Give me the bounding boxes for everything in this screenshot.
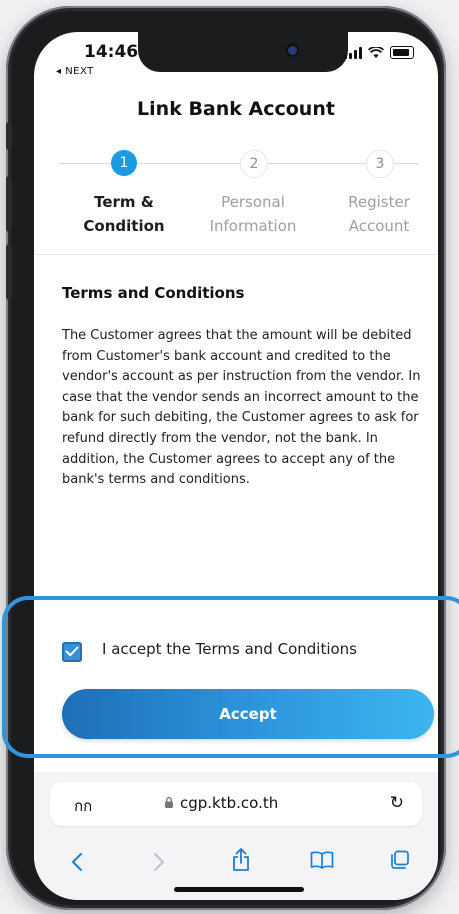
- reader-settings-button[interactable]: กก: [74, 794, 92, 818]
- browser-toolbar: กก cgp.ktb.co.th ↻: [34, 772, 438, 900]
- volume-up-button: [6, 176, 12, 232]
- url-text[interactable]: cgp.ktb.co.th: [180, 794, 278, 812]
- step-2-label-line1: Personal: [221, 193, 285, 211]
- section-title: Terms and Conditions: [62, 284, 245, 302]
- address-bar[interactable]: กก cgp.ktb.co.th ↻: [50, 782, 422, 826]
- reload-icon[interactable]: ↻: [390, 793, 404, 813]
- signal-icon: [344, 46, 362, 59]
- lock-icon: [165, 796, 173, 808]
- step-3-label-line1: Register: [348, 193, 410, 211]
- step-2-label-line2: Information: [209, 217, 297, 235]
- highlight-frame: [2, 596, 459, 758]
- step-3-label-line2: Account: [348, 217, 410, 235]
- divider: [34, 254, 438, 255]
- step-2-circle: 2: [240, 150, 268, 178]
- phone-frame: 14:46 ◂ NEXT Link Bank Account 1 2 3 Ter…: [6, 6, 446, 910]
- screen: 14:46 ◂ NEXT Link Bank Account 1 2 3 Ter…: [34, 32, 438, 900]
- share-icon[interactable]: [232, 848, 250, 872]
- status-icons: [344, 46, 414, 59]
- back-to-app-link[interactable]: ◂ NEXT: [56, 66, 94, 77]
- step-3-label: Register Account: [324, 190, 434, 238]
- tabs-icon[interactable]: [390, 850, 410, 870]
- bookmarks-icon[interactable]: [310, 851, 334, 869]
- forward-icon[interactable]: [152, 852, 166, 872]
- step-1-circle: 1: [111, 150, 137, 176]
- wifi-icon: [368, 46, 384, 58]
- step-1-label-line1: Term &: [94, 193, 154, 211]
- back-icon[interactable]: [70, 852, 84, 872]
- status-time: 14:46: [84, 42, 139, 62]
- mute-switch: [6, 122, 12, 150]
- home-indicator[interactable]: [174, 887, 304, 892]
- step-3-circle: 3: [366, 150, 394, 178]
- step-1-label-line2: Condition: [83, 217, 165, 235]
- step-2-label: Personal Information: [198, 190, 308, 238]
- page-title: Link Bank Account: [137, 98, 335, 120]
- notch: [138, 32, 348, 72]
- step-1-label: Term & Condition: [69, 190, 179, 238]
- terms-body: The Customer agrees that the amount will…: [62, 328, 421, 488]
- camera-icon: [288, 46, 297, 55]
- battery-icon: [390, 46, 414, 59]
- volume-down-button: [6, 244, 12, 300]
